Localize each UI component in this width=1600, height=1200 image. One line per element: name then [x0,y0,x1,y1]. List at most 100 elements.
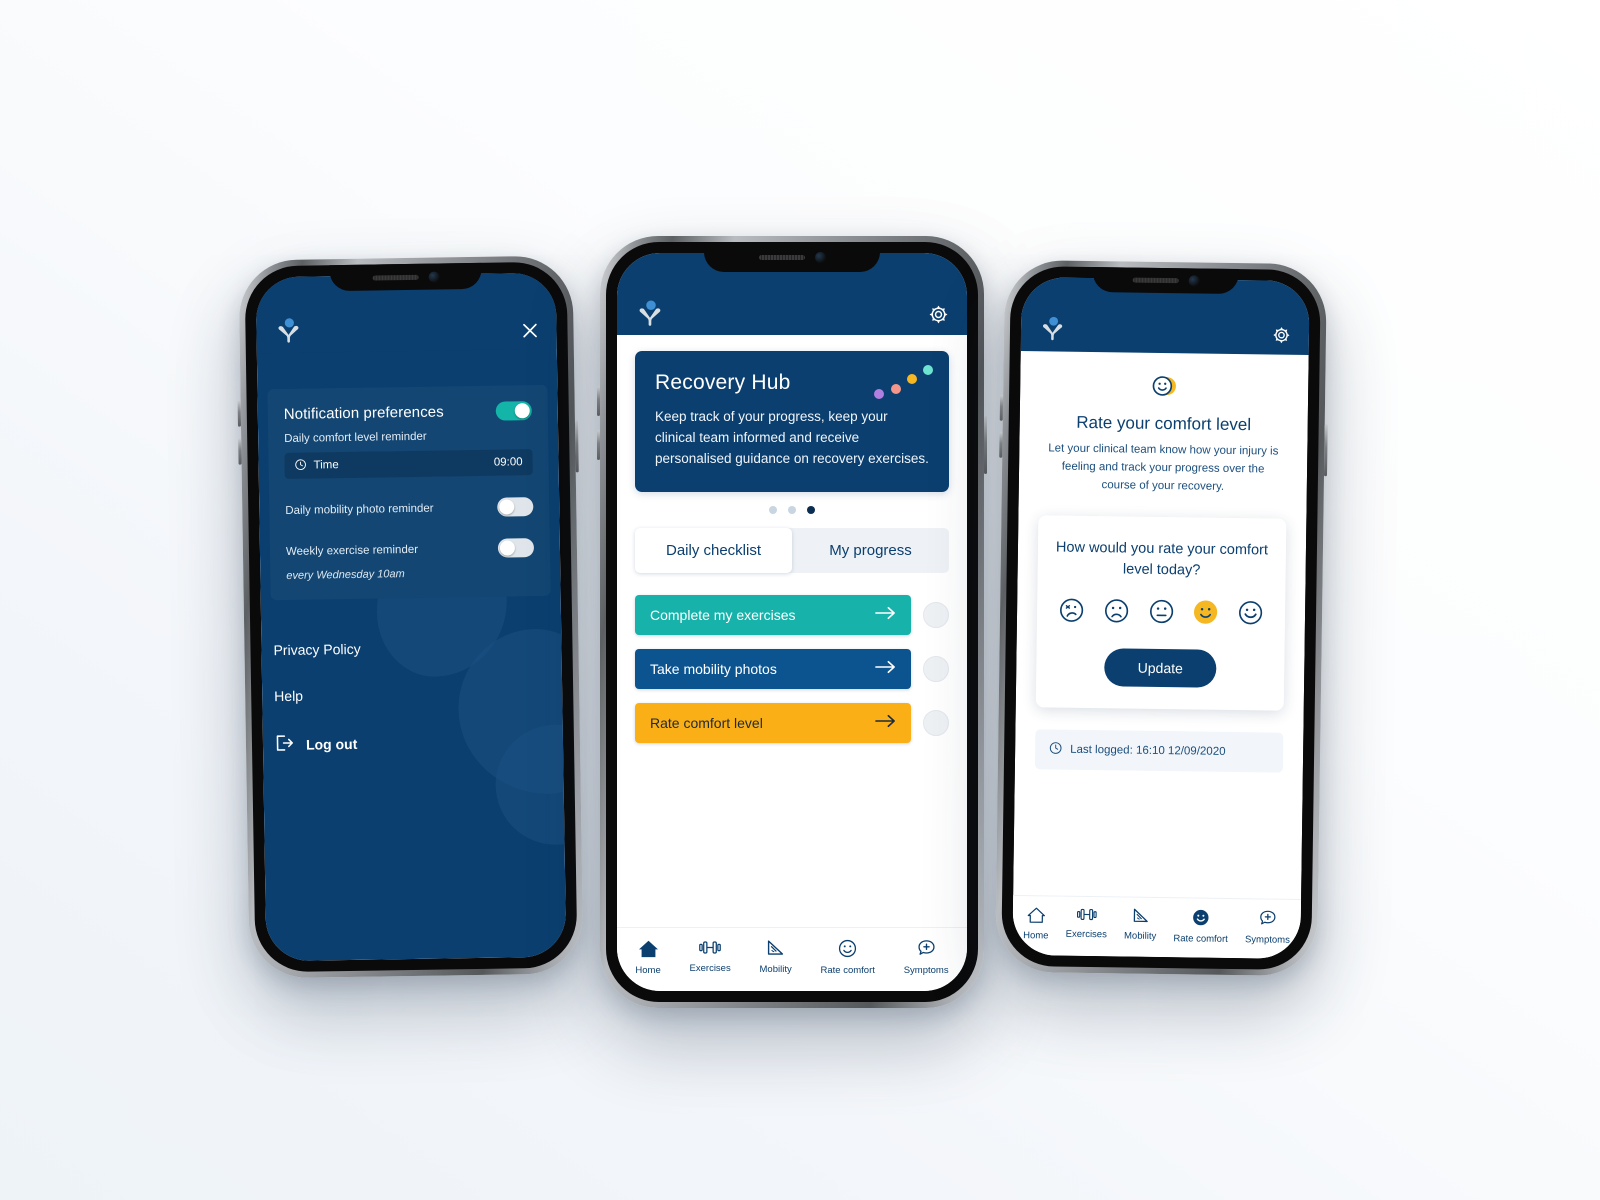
sad-face[interactable] [1104,599,1129,629]
recovery-hub-card: Recovery Hub Keep track of your progress… [635,351,949,492]
nav-item-exercises[interactable]: Exercises [1066,907,1108,940]
task-checkbox-exercises[interactable] [923,601,949,628]
nav-label: Symptoms [903,964,949,976]
daily-checklist-list: Complete my exercises Take mobility phot… [635,594,949,757]
toggle-knob [499,540,516,556]
task-complete-my-exercises-button[interactable]: Complete my exercises [635,594,911,635]
last-logged-banner: Last logged: 16:10 12/09/2020 [1034,729,1284,774]
phone-left: Notification preferences Daily comfort l… [237,255,584,979]
menu-item-help[interactable]: Help [274,684,550,704]
decor-dots [874,365,933,399]
toggle-knob [514,403,530,419]
nav-item-home[interactable]: Home [635,939,661,976]
dumbbell-icon [1076,907,1097,925]
master-notifications-toggle[interactable] [495,401,532,421]
dumbbell-icon [699,939,721,959]
arrow-right-icon [875,606,896,623]
very-sad-face[interactable] [1059,598,1084,628]
power-button[interactable] [984,416,987,474]
rate-comfort-view: Rate your comfort level Let your clinica… [1012,277,1310,959]
page-title: Rate your comfort level [1076,412,1252,435]
neutral-face[interactable] [1148,599,1173,629]
task-row: Take mobility photos [635,648,949,689]
decor-dot-amber [907,374,917,384]
front-camera [1188,275,1200,287]
arrow-right-icon [875,714,896,731]
speech-plus-icon [917,939,936,961]
volume-down-button[interactable] [999,431,1003,458]
tab-my-progress[interactable]: My progress [792,528,949,573]
earpiece-speaker [758,254,805,260]
nav-item-home[interactable]: Home [1023,906,1049,941]
time-field-value: 09:00 [493,456,523,469]
mobility-photo-reminder-row: Daily mobility photo reminder [285,497,534,520]
nav-label: Rate comfort [820,964,875,976]
tab-daily-checklist[interactable]: Daily checklist [635,527,792,573]
nav-item-rate-comfort[interactable]: Rate comfort [1173,908,1228,944]
home-icon [1026,906,1045,926]
task-checkbox-comfort[interactable] [923,709,949,736]
time-field-left: Time [294,458,339,474]
nav-item-mobility[interactable]: Mobility [1124,908,1157,941]
comfort-rating-card: How would you rate your comfort level to… [1035,515,1287,712]
carousel-dot-3[interactable] [807,505,815,514]
nav-item-mobility[interactable]: Mobility [760,939,792,974]
gear-icon[interactable] [1272,326,1291,345]
gear-icon[interactable] [928,304,949,325]
nav-item-symptoms[interactable]: Symptoms [904,939,949,975]
nav-label: Exercises [689,962,731,974]
reminder-time-field[interactable]: Time 09:00 [284,449,533,479]
phone-bezel: Rate your comfort level Let your clinica… [1001,265,1321,971]
menu-item-privacy-policy[interactable]: Privacy Policy [273,638,549,658]
logout-button[interactable]: Log out [275,730,551,755]
front-camera [428,271,440,283]
volume-down-button[interactable] [597,430,600,460]
volume-up-button[interactable] [597,386,600,416]
happy-face[interactable] [1193,600,1218,630]
close-icon[interactable] [521,322,538,339]
logout-icon [275,734,294,755]
smiley-badge-icon [1150,376,1178,403]
task-label: Rate comfort level [650,714,763,731]
task-rate-comfort-level-button[interactable]: Rate comfort level [635,702,911,743]
decor-dot-purple [874,389,884,399]
volume-up-button[interactable] [237,400,241,427]
nav-item-exercises[interactable]: Exercises [690,939,731,973]
app-logo [274,317,304,343]
task-checkbox-mobility[interactable] [923,655,949,682]
task-take-mobility-photos-button[interactable]: Take mobility photos [635,648,911,689]
left-menu-links: Privacy Policy Help Log out [273,638,551,755]
hub-tabs: Daily checklist My progress [635,527,949,573]
carousel-dot-2[interactable] [788,505,796,514]
nav-item-rate-comfort[interactable]: Rate comfort [821,939,875,975]
nav-label: Home [635,964,661,976]
center-bottom-nav: Home Exercises Mobility Rate comfort Sym… [617,927,967,991]
weekly-exercise-reminder-toggle[interactable] [497,538,535,558]
nav-label: Mobility [759,963,792,975]
carousel-dot-1[interactable] [769,505,777,514]
phone-center: Recovery Hub Keep track of your progress… [597,236,987,1008]
weekly-exercise-reminder-row: Weekly exercise reminder [285,538,535,561]
smiley-icon [1192,908,1210,929]
weekly-exercise-reminder-label: Weekly exercise reminder [285,543,419,558]
speech-plus-icon [1259,909,1277,930]
phone-notch [704,242,880,272]
volume-down-button[interactable] [238,438,242,465]
very-happy-face[interactable] [1238,601,1263,631]
mobility-photo-reminder-toggle[interactable] [497,497,534,517]
power-button[interactable] [1323,424,1328,477]
toggle-knob [499,499,515,515]
nav-label: Symptoms [1244,933,1290,946]
left-phone-screen: Notification preferences Daily comfort l… [255,272,567,962]
right-bottom-nav: Home Exercises Mobility Rate comfort Sym… [1012,894,1302,959]
settings-menu-view: Notification preferences Daily comfort l… [255,272,567,962]
front-camera [814,251,826,263]
power-button[interactable] [574,420,579,473]
phone-notch [1092,267,1239,295]
volume-up-button[interactable] [999,394,1004,421]
task-label: Take mobility photos [650,660,777,677]
nav-item-symptoms[interactable]: Symptoms [1245,909,1290,945]
update-button[interactable]: Update [1104,648,1217,689]
decor-dot-salmon [891,384,901,394]
phone-notch [329,262,482,292]
